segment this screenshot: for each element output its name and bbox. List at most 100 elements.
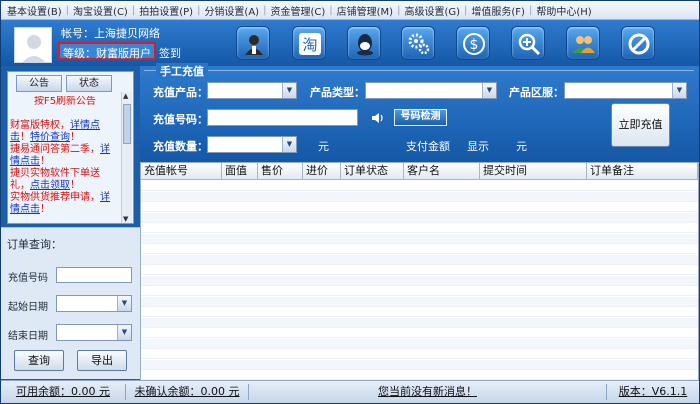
- notice-text: 捷贝实物软件下单送: [10, 168, 100, 179]
- notice-text: 实物供货推荐申请，: [10, 192, 100, 203]
- menu-item[interactable]: 分销设置(A): [200, 3, 263, 18]
- speaker-icon[interactable]: [371, 112, 385, 127]
- quantity-unit: 元: [318, 140, 329, 153]
- scroll-up-icon[interactable]: ▲: [123, 92, 128, 100]
- table-row: [141, 191, 698, 202]
- header-bar: 帐号：上海捷贝网络 等级：财富版用户 签到 淘 $: [1, 20, 699, 66]
- charge-phone-input[interactable]: [207, 109, 358, 126]
- scroll-thumb[interactable]: [123, 104, 131, 144]
- table-row: [141, 359, 698, 370]
- chevron-down-icon[interactable]: ▼: [282, 137, 296, 152]
- scroll-down-icon[interactable]: ▼: [123, 215, 128, 223]
- table-row: [141, 202, 698, 212]
- charge-phone-label: 充值号码：: [153, 113, 208, 126]
- pay-amount-value: 显示: [467, 140, 489, 153]
- unconfirmed-balance[interactable]: 未确认余额：0.00 元: [126, 384, 249, 400]
- search-button[interactable]: 查询: [14, 350, 64, 371]
- quantity-select[interactable]: ▼: [207, 136, 297, 153]
- table-column-header[interactable]: 订单状态: [341, 163, 404, 180]
- taobao-icon[interactable]: 淘: [292, 26, 326, 60]
- notice-link[interactable]: 详: [100, 192, 110, 203]
- money-icon[interactable]: $: [456, 26, 490, 60]
- notice-link[interactable]: 特价查询: [30, 132, 70, 143]
- query-phone-input[interactable]: [56, 267, 132, 283]
- menu-item[interactable]: 资金管理(C): [266, 3, 329, 18]
- table-column-header[interactable]: 面值: [222, 163, 258, 180]
- menu-item[interactable]: 基本设置(B): [3, 3, 66, 18]
- chevron-down-icon[interactable]: ▼: [117, 296, 131, 311]
- notice-line: 礼，点击领取！: [10, 180, 120, 192]
- message-status[interactable]: 您当前没有新消息！: [249, 384, 607, 400]
- table-column-header[interactable]: 充值帐号: [141, 163, 222, 180]
- product-region-label: 产品区服：: [509, 86, 564, 99]
- end-date-select[interactable]: ▼: [56, 324, 132, 341]
- table-row: [141, 328, 698, 338]
- table-column-header[interactable]: 提交时间: [480, 163, 587, 180]
- version-label[interactable]: 版本：V6.1.1: [607, 384, 699, 400]
- menu-item[interactable]: 淘宝设置(C): [69, 3, 132, 18]
- chevron-down-icon[interactable]: ▼: [282, 83, 296, 98]
- notice-line: 财富版特权，详情点: [10, 120, 120, 132]
- chevron-down-icon[interactable]: ▼: [672, 83, 686, 98]
- notice-link[interactable]: 点击领取: [30, 180, 70, 191]
- table-row: [141, 254, 698, 265]
- notice-scrollbar[interactable]: ▲ ▼: [121, 92, 132, 223]
- disable-icon[interactable]: [621, 26, 655, 60]
- left-panel: 公告 状态 按F5刷新公告 财富版特权，详情点 击！特价查询！ 捷易通问答第二季，详…: [1, 66, 140, 380]
- menu-item[interactable]: 帮助中心(H): [532, 3, 595, 18]
- notice-line: 捷易通问答第二季，详: [10, 144, 120, 156]
- menu-item[interactable]: 拍拍设置(P): [135, 3, 197, 18]
- product-type-select[interactable]: ▼: [365, 82, 497, 99]
- notice-link[interactable]: 击: [10, 132, 20, 143]
- notice-text: ！: [70, 132, 80, 143]
- table-row: [141, 338, 698, 349]
- orders-table: 充值帐号 面值 售价 进价 订单状态 客户名 提交时间 订单备注: [140, 162, 699, 380]
- available-balance[interactable]: 可用余额：0.00 元: [1, 384, 126, 400]
- qq-icon[interactable]: [347, 26, 381, 60]
- start-date-select[interactable]: ▼: [56, 295, 132, 312]
- signin-link[interactable]: 签到: [159, 45, 181, 61]
- table-column-header[interactable]: 售价: [258, 163, 303, 180]
- status-bar: 可用余额：0.00 元 未确认余额：0.00 元 您当前没有新消息！ 版本：V6…: [1, 380, 699, 403]
- notice-link[interactable]: 详情点: [70, 120, 100, 131]
- number-detect-button[interactable]: 号码检测: [394, 109, 447, 126]
- search-zoom-icon[interactable]: [511, 26, 545, 60]
- notice-content: 按F5刷新公告 财富版特权，详情点 击！特价查询！ 捷易通问答第二季，详 情点击！ 捷贝…: [10, 96, 120, 222]
- table-column-header[interactable]: 订单备注: [587, 163, 698, 180]
- section-divider: [144, 70, 694, 71]
- users-icon[interactable]: [566, 26, 600, 60]
- order-query-title: 订单查询：: [7, 238, 62, 251]
- menu-bar: 基本设置(B) | 淘宝设置(C) | 拍拍设置(P) | 分销设置(A) | 资金管理(C) |…: [1, 1, 699, 20]
- table-row: [141, 370, 698, 380]
- menu-item[interactable]: 增值服务(F): [467, 3, 529, 18]
- table-row: [141, 349, 698, 359]
- settings-gears-icon[interactable]: [401, 26, 435, 60]
- charge-now-button[interactable]: 立即充值: [611, 103, 670, 147]
- export-button[interactable]: 导出: [77, 350, 127, 371]
- manual-charge-title: 手工充值: [156, 63, 208, 79]
- query-phone-label: 充值号码: [8, 273, 48, 284]
- product-select[interactable]: ▼: [207, 82, 297, 99]
- table-column-header[interactable]: 进价: [303, 163, 341, 180]
- table-row: [141, 265, 698, 275]
- menu-item[interactable]: 店铺管理(M): [333, 3, 397, 18]
- product-region-select[interactable]: ▼: [564, 82, 687, 99]
- menu-item[interactable]: 高级设置(G): [400, 3, 464, 18]
- notice-line: 情点击！: [10, 204, 120, 216]
- notice-text: ！: [40, 156, 50, 167]
- end-date-label: 结束日期: [8, 331, 48, 342]
- tab-status[interactable]: 状态: [66, 75, 112, 92]
- table-column-header[interactable]: 客户名: [404, 163, 480, 180]
- customer-service-icon[interactable]: [236, 26, 270, 60]
- account-level-badge: 等级：财富版用户: [58, 42, 156, 60]
- notice-link[interactable]: 情点击: [10, 156, 40, 167]
- notice-line: 捷贝实物软件下单送: [10, 168, 120, 180]
- notice-link[interactable]: 情点击: [10, 204, 40, 215]
- notice-line: 击！特价查询！: [10, 132, 120, 144]
- notice-panel: 公告 状态 按F5刷新公告 财富版特权，详情点 击！特价查询！ 捷易通问答第二季，详…: [7, 71, 134, 224]
- table-row: [141, 244, 698, 254]
- tab-announcement[interactable]: 公告: [16, 75, 62, 92]
- chevron-down-icon[interactable]: ▼: [482, 83, 496, 98]
- chevron-down-icon[interactable]: ▼: [117, 325, 131, 340]
- notice-link[interactable]: 详: [100, 144, 110, 155]
